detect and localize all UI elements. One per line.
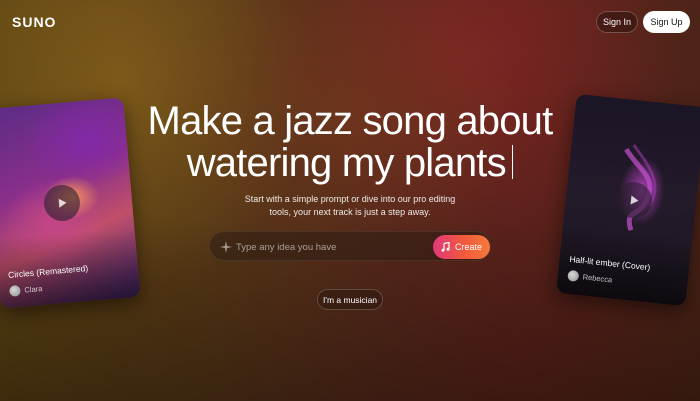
subtext-line-1: Start with a simple prompt or dive into … [244, 194, 456, 204]
headline-line-2-text: watering my plants [186, 141, 507, 185]
sign-in-button[interactable]: Sign In [596, 11, 638, 33]
headline-line-1: Make a jazz song about [147, 99, 554, 143]
create-label: Create [454, 242, 482, 252]
avatar [567, 269, 580, 282]
prompt-bar: Create [209, 231, 491, 261]
prompt-input[interactable] [236, 237, 426, 257]
musician-button[interactable]: I'm a musician [317, 289, 383, 310]
subtext-line-2: tools, your next track is just a step aw… [269, 207, 431, 217]
sign-up-button[interactable]: Sign Up [643, 11, 690, 33]
artist-name: Clara [24, 284, 43, 295]
sparkle-icon [220, 241, 232, 253]
headline-line-2: watering my plants [0, 142, 700, 184]
hero-headline: Make a jazz song about watering my plant… [0, 100, 700, 184]
music-note-icon [441, 242, 450, 252]
typing-caret [511, 145, 514, 179]
create-button[interactable]: Create [433, 235, 490, 259]
hero-subtext: Start with a simple prompt or dive into … [0, 193, 700, 219]
artist-name: Rebecca [582, 272, 613, 285]
avatar [9, 284, 21, 297]
suno-logo[interactable]: SUNO [12, 14, 56, 30]
